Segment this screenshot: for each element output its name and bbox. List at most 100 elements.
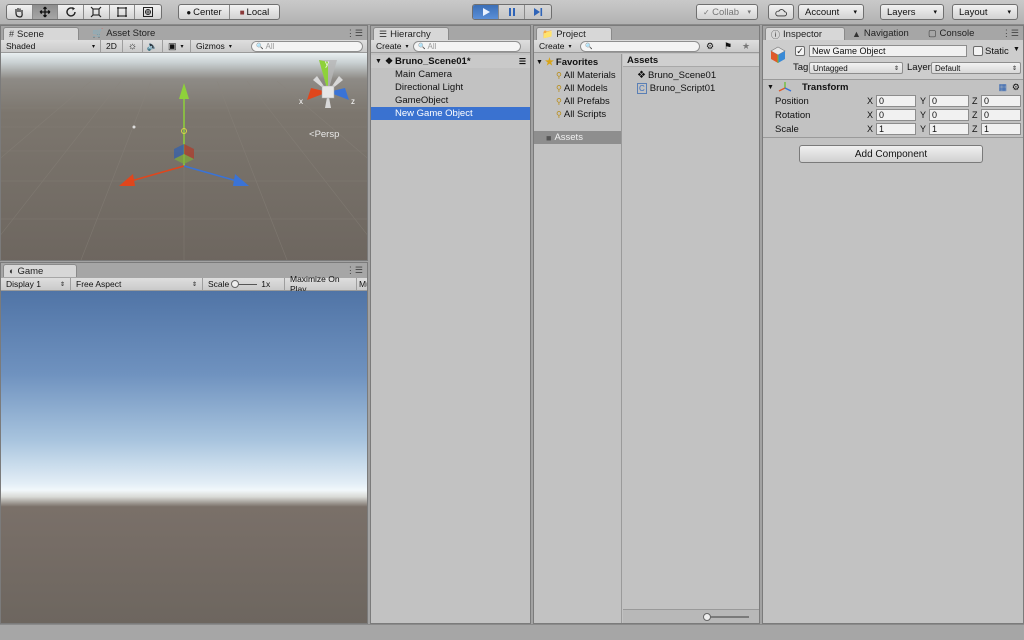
tab-scene[interactable]: # Scene <box>3 27 79 40</box>
tab-navigation[interactable]: ▲ Navigation <box>847 27 927 40</box>
scale-slider-track[interactable] <box>231 279 258 288</box>
cloud-button[interactable] <box>768 4 794 20</box>
layout-dropdown[interactable]: Layout ▾ <box>952 4 1018 20</box>
filter-by-type-icon[interactable]: ⚙ <box>706 41 714 52</box>
tag-dropdown[interactable]: Untagged ⇕ <box>809 62 903 74</box>
maximize-on-play-toggle[interactable]: Maximize On Play <box>285 274 357 294</box>
layer-dropdown[interactable]: Default ⇕ <box>931 62 1021 74</box>
position-y-input[interactable]: 0 <box>929 95 969 107</box>
inspector-panel-menu-icon[interactable]: ⋮☰ <box>1002 28 1019 39</box>
scale-y-input[interactable]: 1 <box>929 123 969 135</box>
rotate-tool-button[interactable] <box>58 5 85 19</box>
display-dropdown[interactable]: Display 1 ⇕ <box>1 278 71 290</box>
scale-z-input[interactable]: 1 <box>981 123 1021 135</box>
object-name-input[interactable]: New Game Object <box>809 45 967 57</box>
scene-panel-menu-icon[interactable]: ⋮☰ <box>346 28 363 39</box>
favorite-item[interactable]: ⚲ All Scripts <box>534 108 621 121</box>
help-book-icon[interactable]: ▦ <box>998 82 1007 93</box>
scale-slider[interactable]: Scale 1x <box>203 278 285 290</box>
hierarchy-panel: ☰ Hierarchy Create ▾ All ▼ ❖ Bruno_Scene… <box>370 25 531 624</box>
icon-size-slider[interactable] <box>703 613 749 621</box>
favorites-row[interactable]: ▼ ★ Favorites <box>534 56 621 69</box>
account-dropdown[interactable]: Account ▾ <box>798 4 864 20</box>
static-chevron-down-icon[interactable]: ▼ <box>1013 46 1020 53</box>
scene-search-input[interactable]: All <box>251 41 363 52</box>
shading-mode-dropdown[interactable]: Shaded ▾ <box>1 40 101 52</box>
hierarchy-search-input[interactable]: All <box>413 41 521 52</box>
step-button[interactable] <box>525 5 551 19</box>
scene-panel: # Scene 🛒 Asset Store ⋮☰ Shaded ▾ 2D ☼ 🔈… <box>0 25 368 261</box>
hand-tool-button[interactable] <box>7 5 33 19</box>
icon-size-slider-thumb[interactable] <box>703 613 711 621</box>
favorites-star-icon[interactable]: ★ <box>742 41 750 52</box>
scale-slider-thumb[interactable] <box>231 279 240 288</box>
pause-button[interactable] <box>499 5 525 19</box>
expand-triangle-icon[interactable]: ▼ <box>767 84 774 91</box>
play-button[interactable] <box>473 5 500 19</box>
collab-dropdown[interactable]: ✓ Collab ▾ <box>696 4 758 20</box>
mute-audio-toggle[interactable]: Mu <box>357 278 367 290</box>
tab-asset-store[interactable]: 🛒 Asset Store <box>87 27 167 40</box>
scene-effects-dropdown[interactable]: ▣ ▾ <box>163 40 191 52</box>
favorite-item[interactable]: ⚲ All Prefabs <box>534 95 621 108</box>
pivot-center-button[interactable]: ● Center <box>179 5 230 19</box>
hierarchy-item-selected[interactable]: New Game Object <box>371 107 530 120</box>
asset-item[interactable]: C Bruno_Script01 <box>623 82 759 95</box>
persp-label[interactable]: <Persp <box>309 129 339 140</box>
scene-audio-toggle[interactable]: 🔈 <box>143 40 163 52</box>
hierarchy-item[interactable]: Main Camera <box>371 68 530 81</box>
favorite-item[interactable]: ⚲ All Materials <box>534 69 621 82</box>
scale-slider-label: Scale <box>208 279 230 289</box>
move-tool-button[interactable] <box>32 5 59 19</box>
assets-tree-row[interactable]: ■ Assets <box>534 131 621 144</box>
unity-scene-icon: ❖ <box>637 70 646 81</box>
rotation-x-value: 0 <box>879 110 885 120</box>
tag-chevron-icon: ⇕ <box>893 65 899 72</box>
rotation-x-input[interactable]: 0 <box>876 109 916 121</box>
project-search-input[interactable] <box>580 41 700 52</box>
scene-viewport[interactable]: y x z <Persp <box>1 53 367 260</box>
tab-project[interactable]: 📁 Project <box>536 27 612 40</box>
gizmos-dropdown[interactable]: Gizmos ▾ <box>191 40 235 52</box>
expand-triangle-icon[interactable]: ▼ <box>536 59 543 66</box>
scale-x-input[interactable]: 1 <box>876 123 916 135</box>
component-settings-gear-icon[interactable]: ⚙ <box>1012 82 1020 93</box>
hierarchy-item[interactable]: GameObject <box>371 94 530 107</box>
hierarchy-toolbar: Create ▾ All <box>371 40 530 53</box>
transform-tool-button[interactable] <box>135 5 161 19</box>
favorite-item[interactable]: ⚲ All Models <box>534 82 621 95</box>
expand-triangle-icon[interactable]: ▼ <box>375 58 382 65</box>
scene-lighting-toggle[interactable]: ☼ <box>123 40 143 52</box>
game-viewport[interactable] <box>1 291 367 623</box>
gizmo-axis-x-label: x <box>299 97 303 106</box>
gameobject-cube-icon <box>770 46 786 63</box>
position-x-input[interactable]: 0 <box>876 95 916 107</box>
tab-inspector[interactable]: ⓘ Inspector <box>765 27 845 40</box>
rotation-y-input[interactable]: 0 <box>929 109 969 121</box>
scene-row-menu-icon[interactable]: ☰ <box>519 57 526 66</box>
layers-dropdown[interactable]: Layers ▾ <box>880 4 944 20</box>
scene-search-placeholder: All <box>265 42 275 51</box>
active-checkbox[interactable]: ✓ <box>795 46 805 56</box>
static-checkbox[interactable] <box>973 46 983 56</box>
aspect-dropdown[interactable]: Free Aspect ⇕ <box>71 278 203 290</box>
add-component-button[interactable]: Add Component <box>799 145 983 163</box>
mode-2d-toggle[interactable]: 2D <box>101 40 123 52</box>
navigation-icon: ▲ <box>852 28 861 39</box>
rotation-z-input[interactable]: 0 <box>981 109 1021 121</box>
tab-game[interactable]: ◐ Game <box>3 264 77 277</box>
tab-console[interactable]: ▢ Console <box>923 27 993 40</box>
tab-hierarchy[interactable]: ☰ Hierarchy <box>373 27 449 40</box>
hierarchy-item[interactable]: Directional Light <box>371 81 530 94</box>
space-local-button[interactable]: ■ Local <box>230 5 279 19</box>
hierarchy-create-dropdown[interactable]: Create ▾ <box>371 40 411 52</box>
filter-by-label-icon[interactable]: ⚑ <box>724 41 732 52</box>
scene-root-row[interactable]: ▼ ❖ Bruno_Scene01* ☰ <box>371 55 530 68</box>
rect-tool-button[interactable] <box>110 5 136 19</box>
position-z-input[interactable]: 0 <box>981 95 1021 107</box>
transform-header[interactable]: ▼ Transform ▦ ⚙ <box>763 80 1023 94</box>
scale-tool-button[interactable] <box>84 5 110 19</box>
asset-item[interactable]: ❖ Bruno_Scene01 <box>623 69 759 82</box>
project-create-dropdown[interactable]: Create ▾ <box>534 40 572 52</box>
rect-tool-icon <box>117 7 128 17</box>
